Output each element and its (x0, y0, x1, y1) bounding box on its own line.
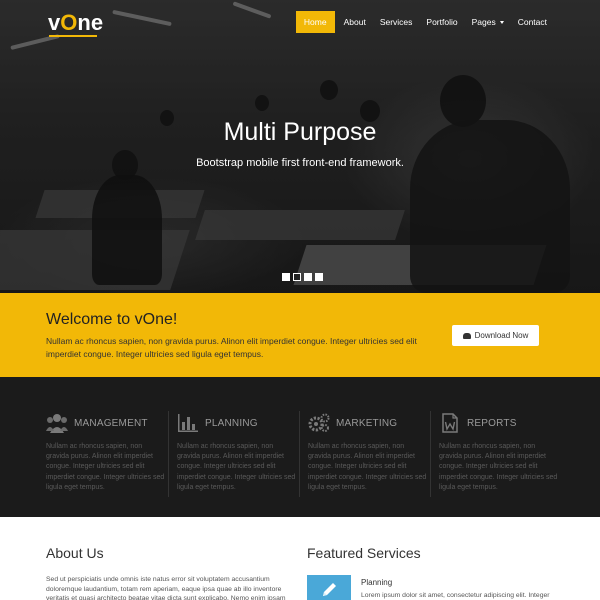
feature-text: Nullam ac rhoncus sapien, non gravida pu… (308, 443, 427, 491)
logo-underline (49, 35, 97, 37)
people-icon (46, 414, 68, 433)
feature-text: Nullam ac rhoncus sapien, non gravida pu… (439, 443, 558, 491)
feature-divider (168, 411, 169, 497)
content-section: About Us Sed ut perspiciatis unde omnis … (0, 517, 600, 600)
features-section: MANAGEMENT Nullam ac rhoncus sapien, non… (0, 377, 600, 517)
welcome-title: Welcome to vOne! (46, 311, 178, 328)
slider-dot-4[interactable] (315, 273, 323, 281)
nav-services[interactable]: Services (373, 11, 420, 33)
service-title: Planning (361, 578, 393, 587)
download-button-label: Download Now (474, 331, 529, 340)
nav-pages-label: Pages (471, 17, 496, 27)
nav-home[interactable]: Home (295, 11, 335, 33)
hero-subtitle: Bootstrap mobile first front-end framewo… (196, 157, 404, 169)
logo-text-start: v (48, 10, 61, 35)
feature-title: MARKETING (336, 417, 398, 429)
cloud-download-icon (462, 332, 471, 339)
nav-pages-dropdown[interactable]: Pages (465, 11, 511, 33)
about-text: Sed ut perspiciatis unde omnis iste natu… (46, 576, 286, 600)
feature-management: MANAGEMENT Nullam ac rhoncus sapien, non… (46, 411, 166, 493)
feature-text: Nullam ac rhoncus sapien, non gravida pu… (46, 443, 165, 491)
feature-text: Nullam ac rhoncus sapien, non gravida pu… (177, 443, 296, 491)
logo-text-o: O (60, 10, 78, 35)
gears-icon (308, 413, 330, 432)
download-button[interactable]: Download Now (452, 325, 539, 346)
caret-down-icon (499, 20, 504, 24)
nav-portfolio[interactable]: Portfolio (419, 11, 464, 33)
hero-slider: vOne Home About Services Portfolio Pages… (0, 0, 600, 293)
service-icon-box (307, 575, 351, 600)
logo[interactable]: vOne (48, 10, 103, 36)
feature-title: MANAGEMENT (74, 417, 148, 429)
feature-title: PLANNING (205, 417, 258, 429)
nav-about[interactable]: About (337, 11, 373, 33)
pencil-icon (323, 583, 336, 596)
feature-planning: PLANNING Nullam ac rhoncus sapien, non g… (177, 411, 297, 493)
slider-dot-3[interactable] (304, 273, 312, 281)
featured-services-title: Featured Services (307, 545, 421, 561)
feature-reports: REPORTS Nullam ac rhoncus sapien, non gr… (439, 411, 559, 493)
bar-chart-icon (178, 414, 198, 432)
slider-indicators (282, 273, 323, 281)
feature-marketing: MARKETING Nullam ac rhoncus sapien, non … (308, 411, 428, 493)
logo-text-end: ne (77, 10, 104, 35)
feature-title: REPORTS (467, 417, 517, 429)
nav-contact[interactable]: Contact (511, 11, 554, 33)
welcome-text: Nullam ac rhoncus sapien, non gravida pu… (46, 336, 417, 359)
hero-title: Multi Purpose (223, 118, 377, 146)
about-title: About Us (46, 545, 104, 561)
main-nav: Home About Services Portfolio Pages Cont… (295, 11, 554, 33)
feature-divider (299, 411, 300, 497)
slider-dot-2[interactable] (293, 273, 301, 281)
feature-divider (430, 411, 431, 497)
service-text: Lorem ipsum dolor sit amet, consectetur … (361, 592, 550, 599)
document-icon (442, 413, 458, 433)
slider-dot-1[interactable] (282, 273, 290, 281)
welcome-section: Welcome to vOne! Nullam ac rhoncus sapie… (0, 293, 600, 377)
